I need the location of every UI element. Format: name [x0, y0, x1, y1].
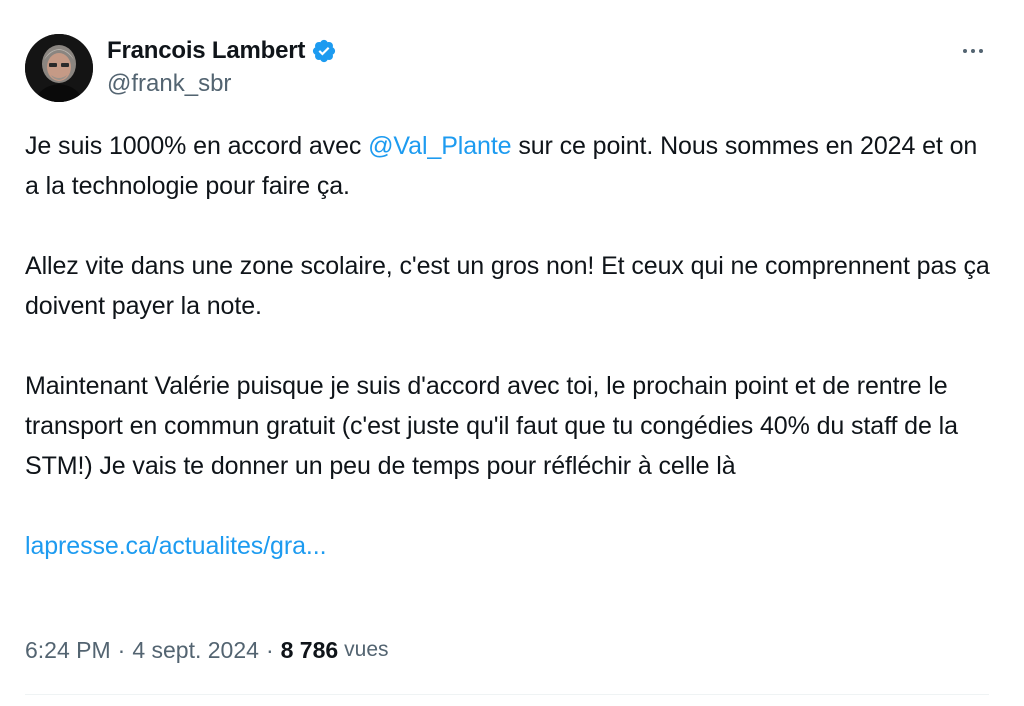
tweet-text-segment: Je suis 1000% en accord avec	[25, 132, 369, 160]
more-horizontal-icon	[963, 49, 967, 53]
tweet-paragraph-1: Je suis 1000% en accord avec @Val_Plante…	[25, 126, 995, 206]
tweet-time[interactable]: 6:24 PM	[25, 637, 111, 664]
tweet-card: Francois Lambert @frank_sbr Je suis 1000…	[0, 0, 1024, 706]
tweet-paragraph-3: Maintenant Valérie puisque je suis d'acc…	[25, 372, 958, 480]
tweet-date[interactable]: 4 sept. 2024	[132, 637, 259, 664]
author-block: Francois Lambert @frank_sbr	[107, 34, 337, 100]
verified-badge-icon[interactable]	[311, 38, 337, 64]
author-name-row: Francois Lambert	[107, 34, 337, 68]
tweet-metadata: 6:24 PM · 4 sept. 2024 · 8 786 vues	[25, 632, 389, 668]
views-count[interactable]: 8 786	[281, 637, 339, 664]
article-link[interactable]: lapresse.ca/actualites/gra...	[25, 532, 327, 560]
mention-link[interactable]: @Val_Plante	[368, 132, 511, 160]
author-display-name[interactable]: Francois Lambert	[107, 37, 305, 65]
tweet-paragraph-4: lapresse.ca/actualites/gra...	[25, 526, 995, 566]
more-dot	[979, 49, 983, 53]
more-dot	[971, 49, 975, 53]
more-options-button[interactable]	[955, 36, 991, 66]
views-label: vues	[344, 638, 389, 661]
meta-separator: ·	[265, 636, 274, 663]
author-handle[interactable]: @frank_sbr	[107, 68, 337, 100]
tweet-paragraph-2: Allez vite dans une zone scolaire, c'est…	[25, 252, 990, 320]
meta-separator: ·	[117, 636, 126, 663]
tweet-text: Je suis 1000% en accord avec @Val_Plante…	[25, 126, 995, 566]
avatar[interactable]	[25, 34, 93, 102]
divider	[25, 694, 989, 695]
